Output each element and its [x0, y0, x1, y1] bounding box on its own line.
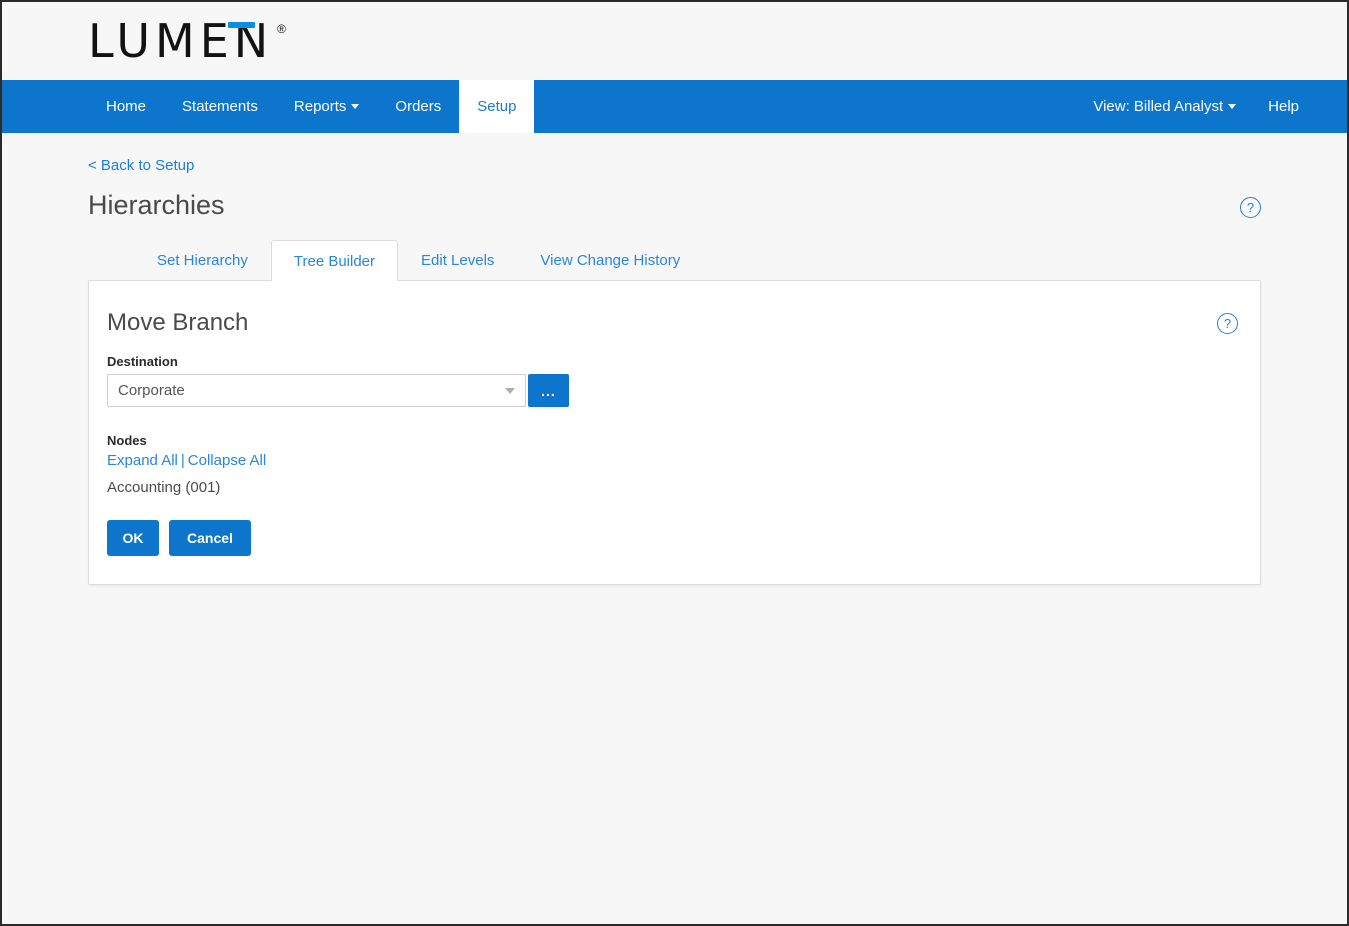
destination-select[interactable]: Corporate: [107, 374, 526, 408]
nav-item-orders[interactable]: Orders: [377, 80, 459, 133]
tab-label: Edit Levels: [421, 251, 495, 269]
nav-item-help[interactable]: Help: [1252, 98, 1315, 115]
brand-header: LUMEN ®: [2, 2, 1347, 80]
view-selector-label: View: Billed Analyst: [1093, 98, 1224, 115]
main-navigation: Home Statements Reports Orders Setup Vie…: [2, 80, 1347, 133]
destination-field-row: Corporate ...: [107, 374, 569, 408]
nav-item-statements[interactable]: Statements: [164, 80, 276, 133]
nav-secondary-group: View: Billed Analyst Help: [1077, 80, 1347, 133]
logo-accent-bar: [228, 22, 255, 28]
tab-label: Tree Builder: [293, 252, 376, 270]
page-title: Hierarchies: [88, 190, 225, 220]
registered-trademark-icon: ®: [277, 22, 287, 36]
cancel-button[interactable]: Cancel: [169, 520, 251, 557]
ok-button[interactable]: OK: [107, 520, 159, 557]
view-selector[interactable]: View: Billed Analyst: [1077, 98, 1252, 115]
nav-item-setup[interactable]: Setup: [459, 80, 535, 133]
tab-edit-levels[interactable]: Edit Levels: [398, 238, 518, 281]
nav-item-label: Home: [106, 98, 147, 115]
move-branch-panel: Move Branch ? Destination Corporate ... …: [88, 279, 1261, 586]
help-circle-icon[interactable]: ?: [1240, 197, 1261, 219]
nav-item-label: Reports: [293, 98, 347, 115]
application-window: LUMEN ® Home Statements Reports Orders S…: [0, 0, 1349, 926]
nav-item-label: Help: [1268, 98, 1299, 115]
tab-tree-builder[interactable]: Tree Builder: [270, 239, 399, 282]
chevron-down-icon: [505, 387, 515, 394]
nodes-toolbar: Expand All | Collapse All: [107, 452, 1260, 469]
lumen-logo[interactable]: LUMEN ®: [88, 18, 286, 64]
tab-label: View Change History: [540, 251, 681, 269]
nav-item-reports[interactable]: Reports: [276, 80, 378, 133]
nav-item-label: Setup: [477, 98, 517, 115]
tab-view-change-history[interactable]: View Change History: [517, 238, 704, 281]
tab-set-hierarchy[interactable]: Set Hierarchy: [134, 238, 271, 281]
page-title-row: Hierarchies ?: [88, 190, 1261, 221]
panel-title: Move Branch: [107, 308, 249, 336]
hierarchy-tab-strip: Set Hierarchy Tree Builder Edit Levels V…: [88, 238, 1261, 282]
nav-item-label: Statements: [182, 98, 258, 115]
collapse-all-link[interactable]: Collapse All: [188, 452, 266, 469]
tree-node-item[interactable]: Accounting (001): [107, 479, 1260, 496]
tab-label: Set Hierarchy: [157, 251, 248, 269]
expand-all-link[interactable]: Expand All: [107, 452, 178, 469]
back-to-setup-link[interactable]: < Back to Setup: [88, 157, 194, 174]
chevron-down-icon: [351, 104, 360, 109]
destination-label: Destination: [107, 354, 178, 370]
destination-browse-button[interactable]: ...: [528, 374, 569, 408]
link-separator: |: [180, 452, 185, 470]
nav-item-label: Orders: [395, 98, 442, 115]
page-content: < Back to Setup Hierarchies ? Set Hierar…: [2, 133, 1347, 586]
destination-select-value: Corporate: [118, 382, 185, 400]
panel-actions: OK Cancel: [107, 520, 1260, 557]
help-circle-icon[interactable]: ?: [1217, 312, 1238, 334]
nodes-label: Nodes: [107, 433, 147, 449]
nav-item-home[interactable]: Home: [88, 80, 164, 133]
chevron-down-icon: [1228, 104, 1237, 109]
panel-title-row: Move Branch ?: [89, 309, 1260, 337]
nav-primary-group: Home Statements Reports Orders Setup: [88, 80, 535, 133]
